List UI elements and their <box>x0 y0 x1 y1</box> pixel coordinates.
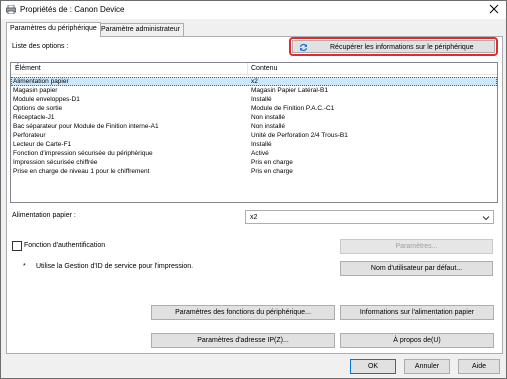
about-button[interactable]: À propos de(U) <box>340 333 494 348</box>
list-item-name: Magasin papier <box>13 87 58 94</box>
note-bullet: * <box>23 263 26 270</box>
list-item[interactable]: Perforateur Unité de Perforation 2/4 Tro… <box>11 131 497 140</box>
list-item-name: Alimentation papier <box>13 78 69 85</box>
list-item[interactable]: Lecteur de Carte-F1 Installé <box>11 140 497 149</box>
device-function-settings-button[interactable]: Paramètres des fonctions du périphérique… <box>151 305 335 320</box>
list-item-value: Unité de Perforation 2/4 Trous-B1 <box>251 132 348 139</box>
list-item-name: Prise en charge de niveau 1 pour le chif… <box>13 168 150 175</box>
refresh-icon <box>299 43 308 52</box>
list-item-value: Magasin Papier Latéral-B1 <box>251 87 328 94</box>
list-item[interactable]: Impression sécurisée chiffrée Pris en ch… <box>11 158 497 167</box>
tab-device-settings[interactable]: Paramètres du périphérique <box>6 22 101 37</box>
list-item-name: Réceptacle-J1 <box>13 114 55 121</box>
retrieve-device-info-label: Récupérer les informations sur le périph… <box>330 44 474 51</box>
help-button[interactable]: Aide <box>458 359 500 374</box>
list-item-value: Non installé <box>251 123 285 130</box>
chevron-down-icon <box>482 216 490 221</box>
cancel-button[interactable]: Annuler <box>404 359 450 374</box>
properties-dialog: Propriétés de : Canon Device Paramètres … <box>0 0 507 379</box>
authentication-checkbox[interactable] <box>12 241 22 251</box>
list-item[interactable]: Alimentation papier x2 <box>11 77 497 86</box>
options-list[interactable]: Élément Contenu Alimentation papier x2 M… <box>10 62 498 203</box>
printer-icon <box>6 5 16 14</box>
default-user-name-button[interactable]: Nom d'utilisateur par défaut... <box>340 261 493 276</box>
list-item-name: Lecteur de Carte-F1 <box>13 141 72 148</box>
list-item-name: Fonction d'impression sécurisée du périp… <box>13 150 153 157</box>
list-item-name: Perforateur <box>13 132 46 139</box>
close-icon[interactable] <box>485 2 503 17</box>
window-title: Propriétés de : Canon Device <box>20 5 125 14</box>
list-item-name: Options de sortie <box>13 105 63 112</box>
ok-button[interactable]: OK <box>350 359 396 374</box>
list-item[interactable]: Fonction d'impression sécurisée du périp… <box>11 149 497 158</box>
tab-admin-settings[interactable]: Paramètre administrateur <box>97 23 184 36</box>
column-header-value[interactable]: Contenu <box>251 64 277 73</box>
retrieve-device-info-button[interactable]: Récupérer les informations sur le périph… <box>292 40 495 53</box>
list-item-name: Impression sécurisée chiffrée <box>13 159 98 166</box>
list-item[interactable]: Réceptacle-J1 Non installé <box>11 113 497 122</box>
list-item-value: Pris en charge <box>251 168 293 175</box>
list-item-value: Activé <box>251 150 269 157</box>
paper-feed-value: x2 <box>250 214 258 221</box>
list-item-name: Module enveloppes-D1 <box>13 96 80 103</box>
list-header: Élément Contenu <box>11 63 497 75</box>
column-divider[interactable] <box>247 63 248 74</box>
paper-feed-label: Alimentation papier : <box>12 212 76 219</box>
column-header-item[interactable]: Élément <box>15 64 41 73</box>
list-item-value: Installé <box>251 141 272 148</box>
list-item-value: Non installé <box>251 114 285 121</box>
list-item[interactable]: Options de sortie Module de Finition P.A… <box>11 104 497 113</box>
list-item[interactable]: Magasin papier Magasin Papier Latéral-B1 <box>11 86 497 95</box>
options-list-label: Liste des options : <box>12 43 69 50</box>
ip-address-settings-button[interactable]: Paramètres d'adresse IP(Z)... <box>151 333 335 348</box>
list-item[interactable]: Bac séparateur pour Module de Finition i… <box>11 122 497 131</box>
list-item[interactable]: Prise en charge de niveau 1 pour le chif… <box>11 167 497 176</box>
authentication-note: Utilise la Gestion d'ID de service pour … <box>36 263 194 270</box>
list-item-value: Pris en charge <box>251 159 293 166</box>
authentication-label[interactable]: Fonction d'authentification <box>24 241 105 250</box>
paper-feed-select[interactable]: x2 <box>245 210 494 224</box>
paper-source-info-button[interactable]: Informations sur l'alimentation papier <box>340 305 494 320</box>
list-item-value: x2 <box>251 78 258 85</box>
list-item[interactable]: Module enveloppes-D1 Installé <box>11 95 497 104</box>
list-item-value: Module de Finition P.A.C.-C1 <box>251 105 335 112</box>
title-bar: Propriétés de : Canon Device <box>1 1 506 19</box>
list-item-value: Installé <box>251 96 272 103</box>
authentication-settings-button[interactable]: Paramètres... <box>340 239 493 254</box>
list-item-name: Bac séparateur pour Module de Finition i… <box>13 123 159 130</box>
